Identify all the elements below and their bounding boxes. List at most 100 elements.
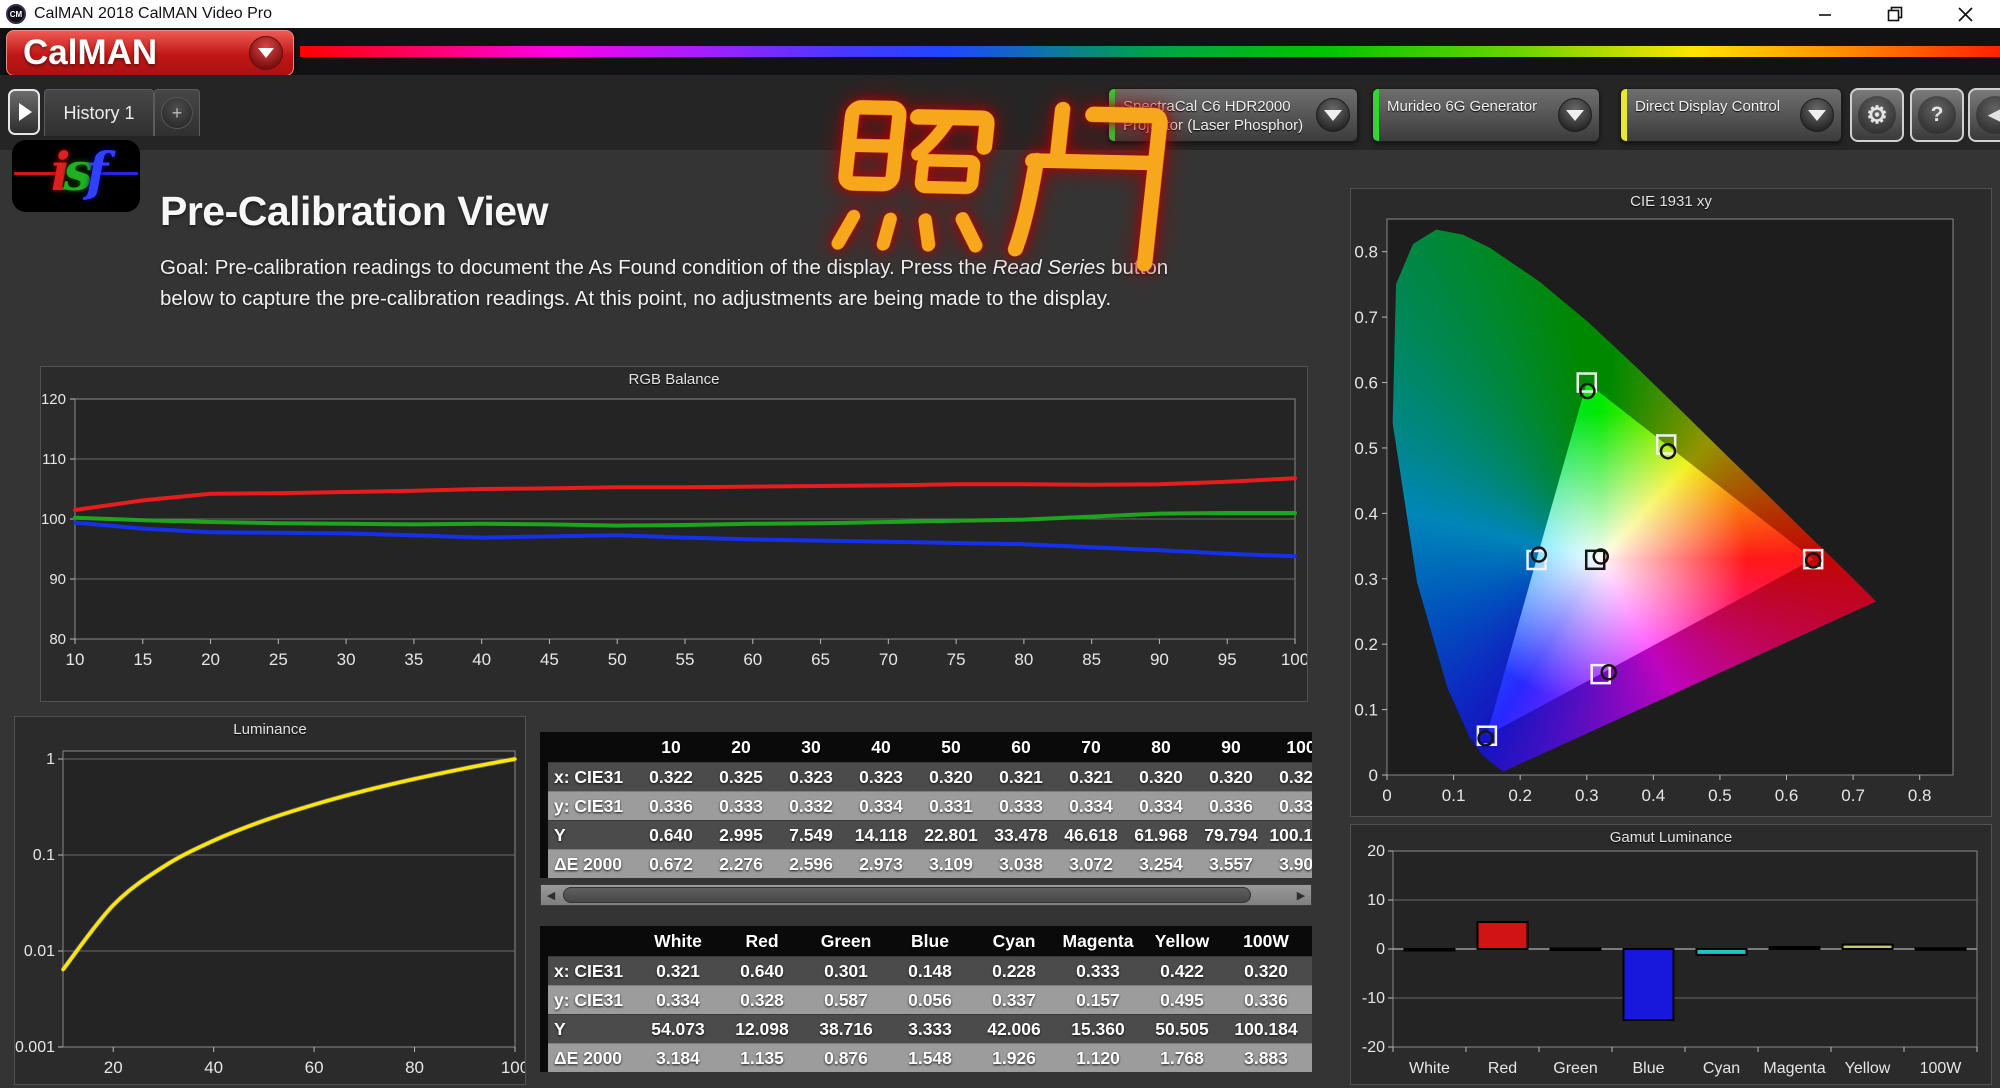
svg-text:0.1: 0.1 (1442, 786, 1466, 805)
svg-text:Cyan: Cyan (1703, 1060, 1740, 1077)
isf-letter-s: s (63, 142, 93, 203)
source-label: Murideo 6G Generator (1387, 98, 1538, 115)
table-cell: 79.794 (1204, 824, 1258, 845)
svg-text:80: 80 (49, 631, 66, 648)
settings-button[interactable]: ⚙ (1850, 88, 1904, 142)
table-cell: 0.321 (1279, 766, 1312, 787)
plus-icon: + (161, 97, 193, 129)
table-cell: 0.334 (859, 795, 903, 816)
row-label: ΔE 2000 (554, 853, 623, 874)
gamut-table: White Red Green Blue Cyan Magenta Yellow 100W x:… (540, 926, 1312, 1072)
isf-letter-f: f (85, 142, 109, 203)
column-header: 40 (871, 736, 891, 757)
cie-measured-yellow (1659, 442, 1677, 460)
table-cell: 2.973 (859, 853, 903, 874)
minimize-button[interactable] (1790, 0, 1860, 28)
chevron-down-icon (1808, 109, 1826, 121)
add-tab-button[interactable]: + (154, 89, 200, 136)
luminance-plot: 1 0.1 0.01 0.001 20 40 60 80 100 (15, 750, 525, 1077)
svg-text:90: 90 (1150, 650, 1169, 669)
table-cell: 3.333 (908, 1018, 952, 1039)
svg-text:0.3: 0.3 (1354, 570, 1378, 589)
grayscale-table: 10 20 30 40 50 60 70 80 90 100 x: CIE31 0.322 0.325 0… (540, 732, 1312, 878)
svg-text:10: 10 (66, 650, 85, 669)
table-row: ΔE 2000 0.672 2.276 2.596 2.973 3.109 3.038 3.0… (548, 849, 1312, 878)
table-cell: 0.325 (719, 766, 763, 787)
table-cell: 50.505 (1155, 1018, 1209, 1039)
table-cell: 3.109 (929, 853, 973, 874)
svg-text:50: 50 (608, 650, 627, 669)
scroll-right-button[interactable]: ▶ (1291, 885, 1311, 905)
table-cell: 0.422 (1160, 960, 1204, 981)
column-header: Red (745, 930, 779, 951)
gamut-luminance-plot: -20 -10 0 10 20 White Red Green Blue Cyan Magenta Y… (1362, 843, 1978, 1077)
watermark-zhaopian-glyphs (831, 100, 1168, 272)
photo-watermark (817, 90, 1186, 277)
svg-text:30: 30 (337, 650, 356, 669)
column-header: 50 (941, 736, 961, 757)
table-cell: 1.548 (908, 1047, 952, 1068)
table-cell: 1.120 (1076, 1047, 1120, 1068)
table-cell: 0.323 (789, 766, 833, 787)
tab-history-1[interactable]: History 1 (44, 89, 154, 136)
calman-menu-button[interactable]: CalMAN (6, 30, 294, 76)
help-button[interactable]: ? (1910, 88, 1964, 142)
column-header: 10 (661, 736, 681, 757)
cie-measured-red (1804, 552, 1822, 569)
workflow-nav-button[interactable] (8, 89, 40, 135)
source-dropdown[interactable]: Murideo 6G Generator (1372, 88, 1600, 142)
source-dropdown-arrow[interactable] (1558, 98, 1592, 132)
svg-text:40: 40 (204, 1058, 223, 1077)
table-cell: 0.328 (740, 989, 784, 1010)
table-cell: 0.321 (656, 960, 700, 981)
table-cell: 0.672 (649, 853, 693, 874)
scroll-left-button[interactable]: ◀ (541, 885, 561, 905)
table-cell: 2.995 (719, 824, 763, 845)
table-row: Y 54.073 12.098 38.716 3.333 42.006 15.360 50.5… (548, 1014, 1312, 1043)
gamut-bar-blue (1622, 948, 1675, 1022)
svg-text:35: 35 (404, 650, 423, 669)
table-cell: 0.157 (1076, 989, 1120, 1010)
close-button[interactable] (1930, 0, 2000, 28)
table-cell: 7.549 (789, 824, 833, 845)
svg-text:0: 0 (1369, 766, 1378, 785)
column-header: Magenta (1062, 930, 1134, 951)
close-icon (1957, 6, 1973, 22)
svg-text:0.1: 0.1 (33, 847, 55, 864)
source-status-stripe (1373, 89, 1379, 141)
rainbow-gradient-bar (300, 46, 2000, 57)
table-cell: 2.596 (789, 853, 833, 874)
column-header: 20 (731, 736, 751, 757)
svg-text:0.7: 0.7 (1354, 308, 1378, 327)
display-control-dropdown[interactable]: Direct Display Control (1620, 88, 1842, 142)
svg-text:0.3: 0.3 (1575, 786, 1599, 805)
calman-menu-arrow[interactable] (249, 36, 283, 70)
column-header: White (654, 930, 702, 951)
window-title: CalMAN 2018 CalMAN Video Pro (34, 5, 273, 22)
display-control-dropdown-arrow[interactable] (1800, 98, 1834, 132)
table-cell: 0.495 (1160, 989, 1204, 1010)
meter-dropdown-arrow[interactable] (1316, 98, 1350, 132)
gamut-bar-yellow (1841, 943, 1894, 950)
svg-text:0.5: 0.5 (1354, 439, 1378, 458)
table-cell: 0.336 (1209, 795, 1253, 816)
gamut-luminance-chart: Gamut Luminance -20 -10 0 10 20 White Red Green… (1350, 824, 1992, 1085)
svg-text:0.6: 0.6 (1775, 786, 1799, 805)
table-cell: 12.098 (735, 1018, 789, 1039)
column-header: Cyan (992, 930, 1036, 951)
table-cell: 3.906 (1279, 853, 1312, 874)
gamut-bar-magenta (1768, 946, 1821, 951)
scrollbar-thumb[interactable] (563, 887, 1251, 903)
isf-logo: isf (12, 140, 140, 212)
table-scrollbar[interactable]: ◀ ▶ (540, 884, 1312, 906)
table-cell: 0.333 (999, 795, 1043, 816)
svg-text:0.5: 0.5 (1708, 786, 1732, 805)
table-cell: 100.184 (1269, 824, 1312, 845)
table-cell: 0.336 (1244, 989, 1288, 1010)
table-cell: 0.148 (908, 960, 952, 981)
svg-text:120: 120 (41, 391, 66, 408)
svg-text:45: 45 (540, 650, 559, 669)
collapse-panel-button[interactable]: ◀ (1968, 88, 2000, 142)
rgb-balance-title: RGB Balance (628, 371, 720, 388)
restore-button[interactable] (1860, 0, 1930, 28)
